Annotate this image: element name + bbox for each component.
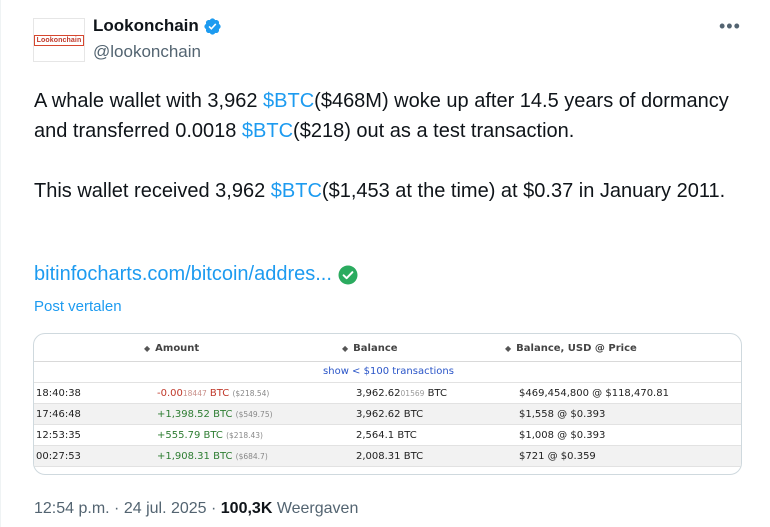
header-balance-usd: ◆ Balance, USD @ Price bbox=[505, 343, 637, 354]
amount-small-digits: 18447 bbox=[182, 389, 207, 398]
row-balance-usd: $1,008 @ $0.393 bbox=[519, 430, 606, 441]
sort-icon: ◆ bbox=[342, 344, 349, 353]
meta-separator: · bbox=[109, 500, 124, 517]
sort-icon: ◆ bbox=[505, 344, 512, 353]
row-time: 18:40:38 bbox=[36, 388, 81, 399]
table-row: 00:27:53 +1,908.31 BTC ($684.7) 2,008.31… bbox=[34, 446, 741, 467]
link-row: bitinfocharts.com/bitcoin/addres... bbox=[34, 263, 358, 286]
balance-main: 2,008.31 bbox=[356, 451, 401, 462]
amount-unit: BTC bbox=[209, 451, 233, 462]
header-amount: ◆ Amount bbox=[144, 343, 199, 354]
avatar-logo-text: Lookonchain bbox=[33, 34, 85, 46]
row-amount: -0.0018447 BTC ($218.54) bbox=[157, 388, 269, 399]
row-amount: +1,398.52 BTC ($549.75) bbox=[157, 409, 273, 420]
row-balance-usd: $469,454,800 @ $118,470.81 bbox=[519, 388, 669, 399]
row-amount: +1,908.31 BTC ($684.7) bbox=[157, 451, 268, 462]
post-time[interactable]: 12:54 p.m. bbox=[34, 500, 110, 517]
amount-main: +1,908.31 bbox=[157, 451, 210, 462]
amount-unit: BTC bbox=[209, 409, 233, 420]
row-balance: 3,962.62 BTC bbox=[356, 409, 423, 420]
amount-main: +1,398.52 bbox=[157, 409, 210, 420]
balance-unit: BTC bbox=[394, 430, 417, 441]
amount-unit: BTC bbox=[206, 388, 230, 399]
views-count: 100,3K bbox=[220, 500, 273, 517]
row-balance: 2,564.1 BTC bbox=[356, 430, 417, 441]
post-date[interactable]: 24 jul. 2025 bbox=[124, 500, 207, 517]
show-small-transactions-link: show < $100 transactions bbox=[34, 362, 741, 383]
more-options-icon[interactable]: ••• bbox=[719, 16, 741, 37]
transactions-table: ◆ Amount ◆ Balance ◆ Balance, USD @ Price s… bbox=[34, 334, 741, 467]
amount-main: +555.79 bbox=[157, 430, 201, 441]
row-amount: +555.79 BTC ($218.43) bbox=[157, 430, 263, 441]
cashtag-btc[interactable]: $BTC bbox=[271, 180, 322, 202]
tweet-article: Lookonchain Lookonchain @lookonchain •••… bbox=[0, 0, 770, 527]
name-row: Lookonchain bbox=[93, 16, 222, 36]
verified-link-check-icon bbox=[338, 265, 358, 284]
balance-main: 3,962.62 bbox=[356, 409, 401, 420]
user-handle[interactable]: @lookonchain bbox=[93, 42, 201, 62]
amount-usd: ($218.54) bbox=[232, 389, 270, 398]
amount-unit: BTC bbox=[200, 430, 223, 441]
header-balance-label: Balance bbox=[353, 343, 398, 354]
cashtag-btc[interactable]: $BTC bbox=[263, 90, 314, 112]
header-amount-label: Amount bbox=[155, 343, 200, 354]
tweet-paragraph-1: A whale wallet with 3,962 $BTC($468M) wo… bbox=[34, 86, 744, 146]
sort-icon: ◆ bbox=[144, 344, 151, 353]
balance-main: 3,962.62 bbox=[356, 388, 401, 399]
table-row: 12:53:35 +555.79 BTC ($218.43) 2,564.1 B… bbox=[34, 425, 741, 446]
row-time: 17:46:48 bbox=[36, 409, 81, 420]
verified-badge-icon[interactable] bbox=[203, 17, 222, 36]
table-row: 18:40:38 -0.0018447 BTC ($218.54) 3,962.… bbox=[34, 383, 741, 404]
text-segment: A whale wallet with 3,962 bbox=[34, 90, 264, 112]
balance-small-digits: 01569 bbox=[400, 389, 425, 398]
header-balance-usd-label: Balance, USD @ Price bbox=[516, 343, 637, 354]
views-label: Weergaven bbox=[272, 500, 359, 517]
display-name[interactable]: Lookonchain bbox=[93, 16, 199, 36]
row-balance-usd: $1,558 @ $0.393 bbox=[519, 409, 606, 420]
row-balance: 3,962.6201569 BTC bbox=[356, 388, 447, 399]
tweet-meta: 12:54 p.m. · 24 jul. 2025 · 100,3K Weerg… bbox=[34, 500, 358, 518]
tweet-header: Lookonchain Lookonchain @lookonchain ••• bbox=[33, 14, 753, 66]
tweet-text: A whale wallet with 3,962 $BTC($468M) wo… bbox=[34, 86, 744, 236]
header-balance: ◆ Balance bbox=[342, 343, 398, 354]
amount-usd: ($218.43) bbox=[226, 431, 263, 440]
text-segment: ($218) out as a test transaction. bbox=[293, 120, 575, 142]
translate-post-link[interactable]: Post vertalen bbox=[34, 298, 122, 315]
balance-unit: BTC bbox=[400, 451, 424, 462]
cashtag-btc[interactable]: $BTC bbox=[242, 120, 293, 142]
balance-main: 2,564.1 bbox=[356, 430, 395, 441]
bitinfocharts-link[interactable]: bitinfocharts.com/bitcoin/addres... bbox=[34, 263, 332, 286]
amount-usd: ($549.75) bbox=[235, 410, 273, 419]
row-balance-usd: $721 @ $0.359 bbox=[519, 451, 596, 462]
balance-unit: BTC bbox=[424, 388, 447, 399]
avatar[interactable]: Lookonchain bbox=[33, 18, 85, 62]
row-time: 12:53:35 bbox=[36, 430, 81, 441]
text-segment: This wallet received 3,962 bbox=[34, 180, 271, 202]
table-header-row: ◆ Amount ◆ Balance ◆ Balance, USD @ Price bbox=[34, 334, 741, 362]
amount-usd: ($684.7) bbox=[235, 452, 268, 461]
row-time: 00:27:53 bbox=[36, 451, 81, 462]
amount-main: -0.00 bbox=[157, 388, 183, 399]
tweet-paragraph-2: This wallet received 3,962 $BTC($1,453 a… bbox=[34, 176, 744, 206]
text-segment: ($1,453 at the time) at $0.37 in January… bbox=[321, 180, 726, 202]
meta-separator: · bbox=[206, 500, 221, 517]
row-balance: 2,008.31 BTC bbox=[356, 451, 423, 462]
balance-unit: BTC bbox=[400, 409, 424, 420]
table-row: 17:46:48 +1,398.52 BTC ($549.75) 3,962.6… bbox=[34, 404, 741, 425]
media-card[interactable]: ◆ Amount ◆ Balance ◆ Balance, USD @ Price s… bbox=[33, 333, 742, 475]
